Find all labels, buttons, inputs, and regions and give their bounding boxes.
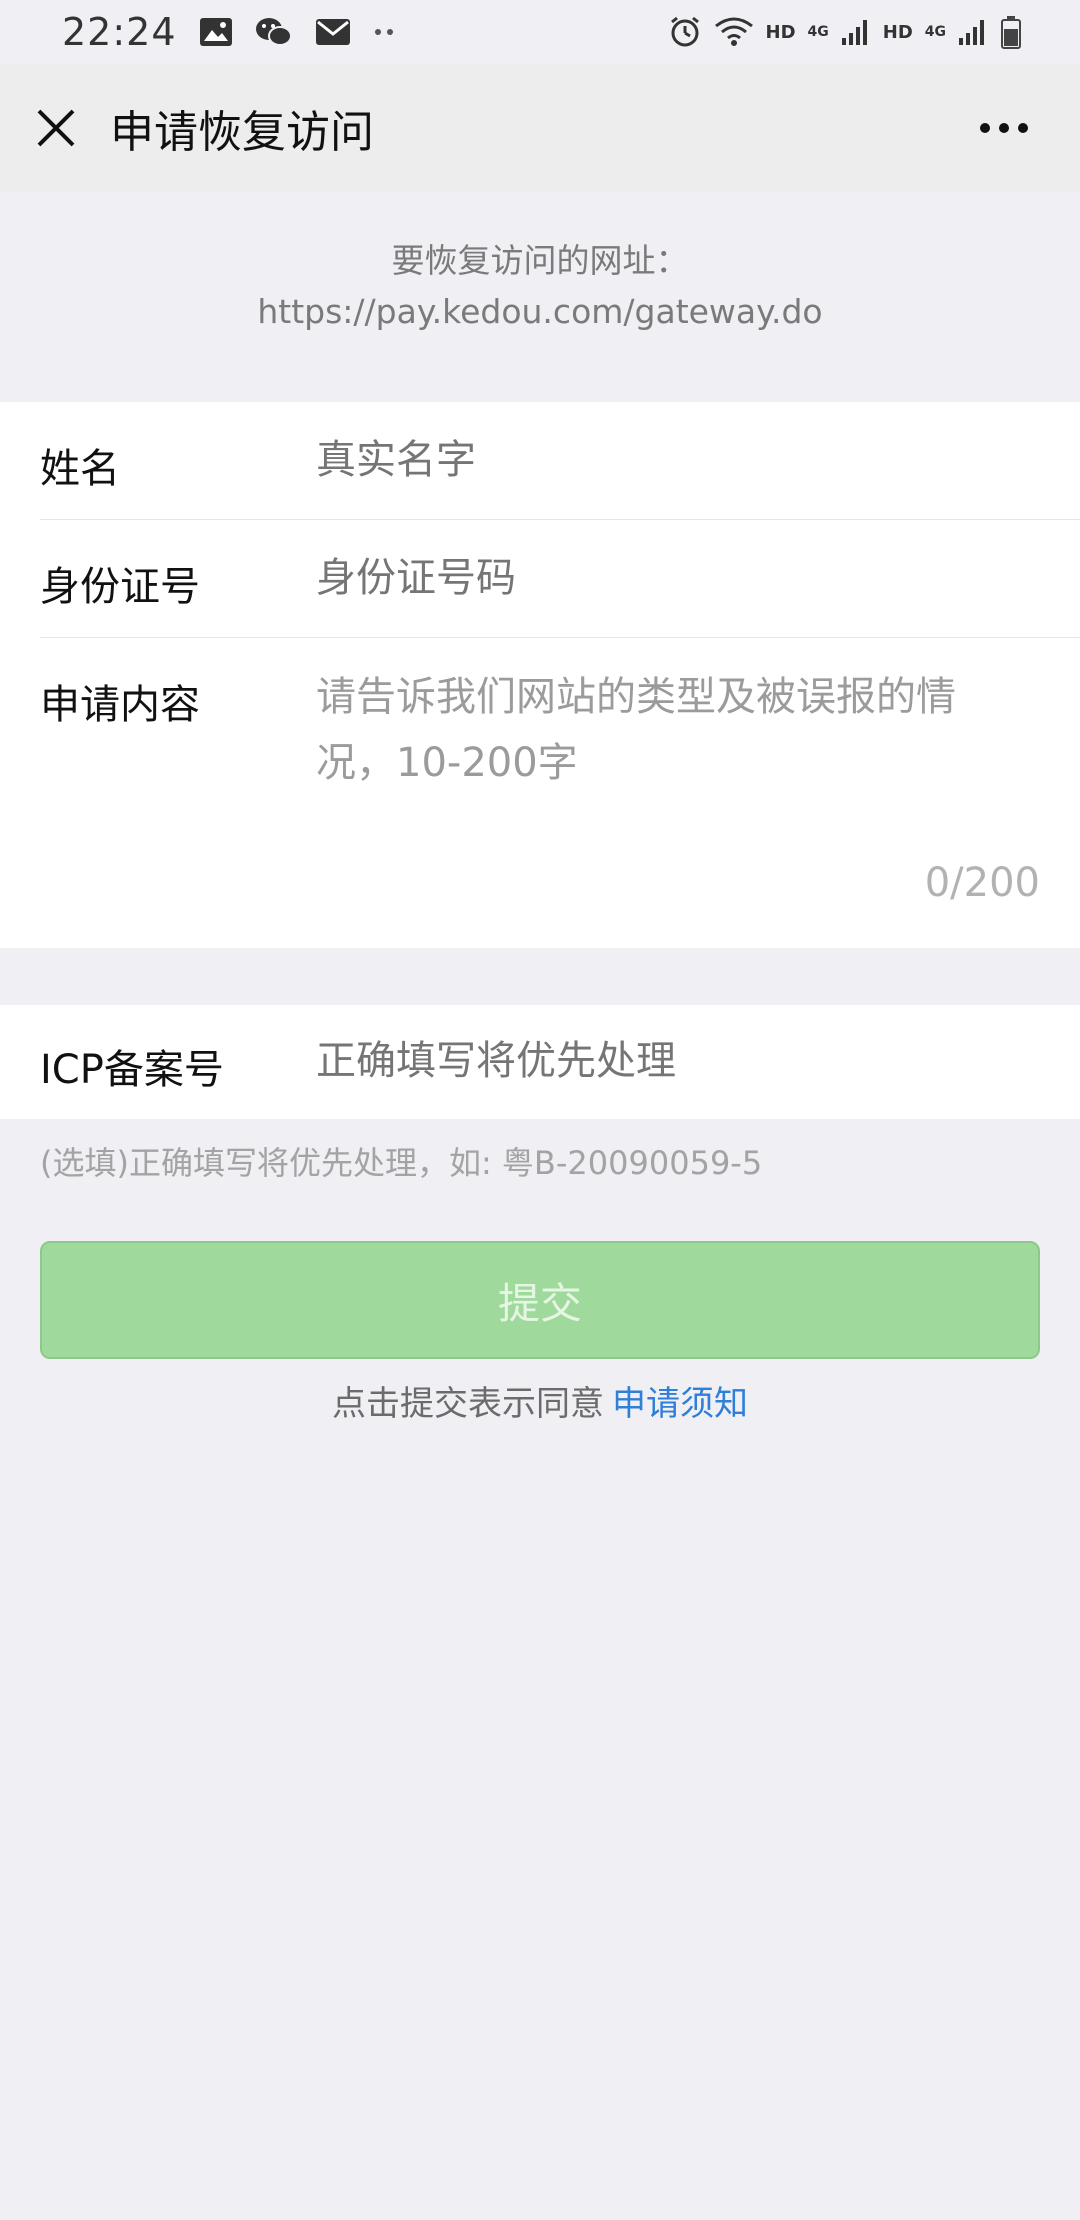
name-field[interactable] bbox=[316, 432, 1040, 488]
nav-bar: 申请恢复访问 bbox=[0, 64, 1080, 192]
hd-indicator-2: HD bbox=[882, 21, 913, 43]
image-icon bbox=[199, 17, 233, 47]
wifi-icon bbox=[714, 16, 754, 48]
hd-indicator: HD bbox=[765, 21, 796, 43]
alarm-icon bbox=[668, 15, 702, 49]
signal-icon bbox=[841, 18, 871, 46]
network-type: 4G bbox=[807, 24, 829, 40]
content-label: 申请内容 bbox=[40, 682, 200, 728]
id-label: 身份证号 bbox=[40, 564, 200, 610]
status-right: HD 4G HD 4G bbox=[668, 15, 1080, 49]
icp-label: ICP备案号 bbox=[40, 1047, 224, 1093]
battery-icon bbox=[1000, 15, 1022, 49]
page-title: 申请恢复访问 bbox=[110, 107, 374, 158]
url-info: 要恢复访问的网址： https://pay.kedou.com/gateway.… bbox=[0, 192, 1080, 402]
icp-field[interactable] bbox=[316, 1033, 1040, 1089]
agree-text: 点击提交表示同意 bbox=[332, 1384, 604, 1424]
network-type-2: 4G bbox=[924, 24, 946, 40]
content-row[interactable]: 申请内容 请告诉我们网站的类型及被误报的情况，10-200字 0/200 bbox=[0, 638, 1080, 948]
icp-hint: (选填)正确填写将优先处理，如: 粤B-20090059-5 bbox=[40, 1144, 763, 1182]
submit-button[interactable]: 提交 bbox=[40, 1241, 1040, 1359]
id-number-field[interactable] bbox=[316, 550, 1040, 606]
url-label: 要恢复访问的网址： bbox=[391, 241, 689, 280]
agree-link[interactable]: 申请须知 bbox=[612, 1384, 748, 1424]
status-left: 22:24 bbox=[0, 10, 397, 54]
mail-icon bbox=[315, 18, 351, 46]
close-icon[interactable] bbox=[26, 98, 86, 158]
content-textarea[interactable]: 请告诉我们网站的类型及被误报的情况，10-200字 bbox=[316, 664, 1016, 796]
name-row: 姓名 bbox=[0, 402, 1080, 519]
more-icon[interactable] bbox=[974, 104, 1034, 152]
url-value: https://pay.kedou.com/gateway.do bbox=[257, 292, 823, 331]
icp-row: ICP备案号 bbox=[0, 1005, 1080, 1119]
signal-icon-2 bbox=[958, 18, 988, 46]
status-time: 22:24 bbox=[62, 10, 177, 54]
char-counter: 0/200 bbox=[924, 860, 1040, 906]
name-label: 姓名 bbox=[40, 446, 120, 492]
agree-line: 点击提交表示同意 申请须知 bbox=[0, 1376, 1080, 1425]
form-main: 姓名 身份证号 申请内容 请告诉我们网站的类型及被误报的情况，10-200字 0… bbox=[0, 402, 1080, 948]
id-row: 身份证号 bbox=[0, 520, 1080, 637]
wechat-icon bbox=[255, 16, 293, 48]
status-bar: 22:24 HD 4G HD 4G bbox=[0, 0, 1080, 64]
form-icp: ICP备案号 bbox=[0, 1005, 1080, 1119]
more-dots-icon bbox=[373, 27, 397, 37]
